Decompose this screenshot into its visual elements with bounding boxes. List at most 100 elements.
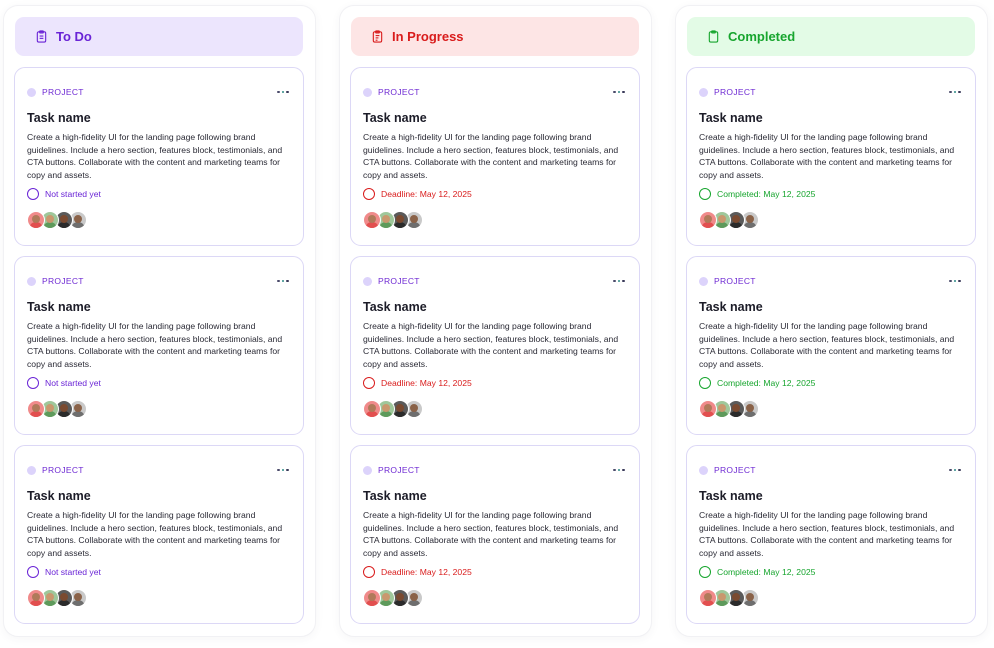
more-options-icon[interactable] bbox=[947, 89, 963, 96]
project-row: PROJECT bbox=[363, 463, 627, 477]
column-completed: Completed PROJECT Task name Create a hig… bbox=[676, 6, 987, 636]
column-to-do: To Do PROJECT Task name Create a high-fi… bbox=[4, 6, 315, 636]
status-text: Not started yet bbox=[45, 189, 101, 199]
column-title: In Progress bbox=[392, 29, 464, 44]
task-title: Task name bbox=[699, 300, 763, 314]
task-title: Task name bbox=[27, 489, 91, 503]
more-options-icon[interactable] bbox=[947, 467, 963, 474]
more-options-icon[interactable] bbox=[275, 89, 291, 96]
task-status: Deadline: May 12, 2025 bbox=[363, 566, 472, 578]
project-label: PROJECT bbox=[378, 87, 420, 97]
project-dot bbox=[27, 276, 36, 286]
status-text: Completed: May 12, 2025 bbox=[717, 378, 816, 388]
status-circle-icon bbox=[27, 566, 39, 578]
task-card[interactable]: PROJECT Task name Create a high-fidelity… bbox=[686, 256, 976, 435]
project-dot bbox=[27, 465, 36, 475]
more-options-icon[interactable] bbox=[611, 89, 627, 96]
status-circle-icon bbox=[699, 377, 711, 389]
avatar[interactable] bbox=[363, 589, 381, 607]
status-circle-icon bbox=[27, 188, 39, 200]
project-row: PROJECT bbox=[27, 85, 291, 99]
assignee-avatars[interactable] bbox=[699, 400, 759, 418]
task-card[interactable]: PROJECT Task name Create a high-fidelity… bbox=[14, 67, 304, 246]
project-row: PROJECT bbox=[699, 274, 963, 288]
assignee-avatars[interactable] bbox=[363, 589, 423, 607]
project-label: PROJECT bbox=[714, 276, 756, 286]
task-card[interactable]: PROJECT Task name Create a high-fidelity… bbox=[350, 256, 640, 435]
project-label: PROJECT bbox=[714, 465, 756, 475]
status-text: Not started yet bbox=[45, 567, 101, 577]
project-label: PROJECT bbox=[42, 276, 84, 286]
kanban-board: To Do PROJECT Task name Create a high-fi… bbox=[0, 0, 994, 648]
status-text: Deadline: May 12, 2025 bbox=[381, 567, 472, 577]
avatar[interactable] bbox=[699, 211, 717, 229]
clipboard-list-icon bbox=[35, 30, 48, 43]
task-card[interactable]: PROJECT Task name Create a high-fidelity… bbox=[350, 67, 640, 246]
project-row: PROJECT bbox=[699, 463, 963, 477]
avatar[interactable] bbox=[27, 400, 45, 418]
status-text: Completed: May 12, 2025 bbox=[717, 567, 816, 577]
task-description: Create a high-fidelity UI for the landin… bbox=[363, 510, 619, 558]
task-description: Create a high-fidelity UI for the landin… bbox=[699, 510, 955, 558]
status-text: Completed: May 12, 2025 bbox=[717, 189, 816, 199]
status-circle-icon bbox=[363, 566, 375, 578]
column-header[interactable]: Completed bbox=[687, 17, 975, 56]
assignee-avatars[interactable] bbox=[363, 211, 423, 229]
task-card[interactable]: PROJECT Task name Create a high-fidelity… bbox=[14, 256, 304, 435]
more-options-icon[interactable] bbox=[611, 467, 627, 474]
task-status: Completed: May 12, 2025 bbox=[699, 188, 815, 200]
task-card[interactable]: PROJECT Task name Create a high-fidelity… bbox=[686, 445, 976, 624]
more-options-icon[interactable] bbox=[275, 278, 291, 285]
assignee-avatars[interactable] bbox=[363, 400, 423, 418]
task-title: Task name bbox=[27, 300, 91, 314]
status-circle-icon bbox=[27, 377, 39, 389]
project-row: PROJECT bbox=[27, 274, 291, 288]
task-status: Completed: May 12, 2025 bbox=[699, 377, 815, 389]
task-description: Create a high-fidelity UI for the landin… bbox=[363, 132, 619, 180]
status-circle-icon bbox=[699, 188, 711, 200]
column-header[interactable]: To Do bbox=[15, 17, 303, 56]
assignee-avatars[interactable] bbox=[27, 589, 87, 607]
more-options-icon[interactable] bbox=[275, 467, 291, 474]
column-in-progress: In Progress PROJECT Task name Create a h… bbox=[340, 6, 651, 636]
column-title: To Do bbox=[56, 29, 92, 44]
assignee-avatars[interactable] bbox=[27, 400, 87, 418]
task-card[interactable]: PROJECT Task name Create a high-fidelity… bbox=[350, 445, 640, 624]
assignee-avatars[interactable] bbox=[699, 589, 759, 607]
task-status: Deadline: May 12, 2025 bbox=[363, 377, 472, 389]
project-row: PROJECT bbox=[363, 85, 627, 99]
task-status: Deadline: May 12, 2025 bbox=[363, 188, 472, 200]
clipboard-edit-icon bbox=[371, 30, 384, 43]
avatar[interactable] bbox=[27, 589, 45, 607]
task-title: Task name bbox=[363, 111, 427, 125]
project-dot bbox=[363, 276, 372, 286]
project-label: PROJECT bbox=[378, 276, 420, 286]
task-card[interactable]: PROJECT Task name Create a high-fidelity… bbox=[686, 67, 976, 246]
task-description: Create a high-fidelity UI for the landin… bbox=[27, 510, 283, 558]
project-row: PROJECT bbox=[699, 85, 963, 99]
status-circle-icon bbox=[363, 188, 375, 200]
assignee-avatars[interactable] bbox=[27, 211, 87, 229]
task-description: Create a high-fidelity UI for the landin… bbox=[699, 321, 955, 369]
task-status: Not started yet bbox=[27, 188, 101, 200]
task-description: Create a high-fidelity UI for the landin… bbox=[363, 321, 619, 369]
assignee-avatars[interactable] bbox=[699, 211, 759, 229]
column-header[interactable]: In Progress bbox=[351, 17, 639, 56]
avatar[interactable] bbox=[363, 400, 381, 418]
task-title: Task name bbox=[699, 111, 763, 125]
task-title: Task name bbox=[363, 300, 427, 314]
task-title: Task name bbox=[699, 489, 763, 503]
clipboard-check-icon bbox=[707, 30, 720, 43]
more-options-icon[interactable] bbox=[947, 278, 963, 285]
avatar[interactable] bbox=[699, 589, 717, 607]
avatar[interactable] bbox=[27, 211, 45, 229]
project-row: PROJECT bbox=[363, 274, 627, 288]
task-card[interactable]: PROJECT Task name Create a high-fidelity… bbox=[14, 445, 304, 624]
task-description: Create a high-fidelity UI for the landin… bbox=[699, 132, 955, 180]
more-options-icon[interactable] bbox=[611, 278, 627, 285]
project-dot bbox=[363, 87, 372, 97]
avatar[interactable] bbox=[699, 400, 717, 418]
avatar[interactable] bbox=[363, 211, 381, 229]
task-status: Not started yet bbox=[27, 377, 101, 389]
project-dot bbox=[363, 465, 372, 475]
